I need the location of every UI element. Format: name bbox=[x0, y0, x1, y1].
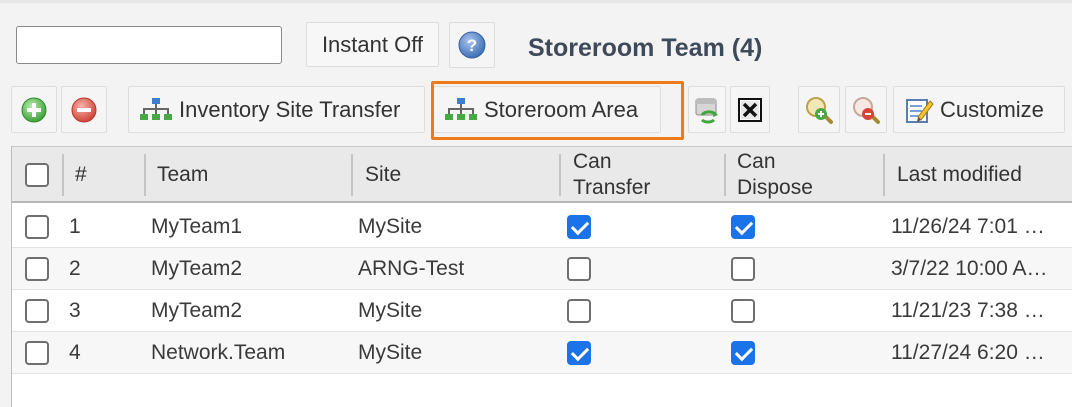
can-dispose-checkbox[interactable] bbox=[731, 215, 755, 239]
storeroom-area-button[interactable]: Storeroom Area bbox=[433, 86, 661, 133]
can-transfer-checkbox[interactable] bbox=[567, 215, 591, 239]
remove-button[interactable] bbox=[61, 86, 107, 133]
data-grid: # Team Site Can Transfer Can Dispose Las… bbox=[11, 146, 1072, 407]
clear-button[interactable] bbox=[730, 86, 770, 133]
inventory-site-transfer-label: Inventory Site Transfer bbox=[179, 96, 401, 122]
row-team: Network.Team bbox=[151, 341, 286, 364]
row-site: ARNG-Test bbox=[358, 257, 465, 280]
row-select-checkbox[interactable] bbox=[25, 215, 49, 239]
can-dispose-checkbox[interactable] bbox=[731, 257, 755, 281]
zoom-in-icon bbox=[806, 96, 833, 124]
row-team: MyTeam1 bbox=[151, 215, 243, 238]
instant-toggle-button[interactable]: Instant Off bbox=[306, 22, 439, 67]
sitemap-icon bbox=[140, 97, 172, 120]
zoom-out-icon bbox=[853, 96, 880, 124]
inventory-site-transfer-button[interactable]: Inventory Site Transfer bbox=[128, 86, 425, 133]
column-header-can-transfer-line1: Can bbox=[573, 149, 612, 173]
row-team: MyTeam2 bbox=[151, 299, 243, 322]
row-last-modified: 11/26/24 7:01 … bbox=[891, 215, 1045, 238]
column-header-last-modified[interactable]: Last modified bbox=[897, 147, 1022, 202]
row-select-checkbox[interactable] bbox=[25, 341, 49, 365]
row-site: MySite bbox=[358, 341, 423, 364]
table-row[interactable]: 2 MyTeam2 ARNG-Test 3/7/22 10:00 A… bbox=[12, 248, 1072, 290]
row-last-modified: 3/7/22 10:00 A… bbox=[891, 257, 1048, 280]
storeroom-area-label: Storeroom Area bbox=[484, 96, 639, 122]
table-row[interactable]: 3 MyTeam2 MySite 11/21/23 7:38 … bbox=[12, 290, 1072, 332]
page-title: Storeroom Team (4) bbox=[528, 34, 763, 62]
column-header-can-dispose[interactable]: Can Dispose bbox=[737, 147, 813, 202]
column-header-can-transfer[interactable]: Can Transfer bbox=[573, 147, 650, 202]
svg-text:?: ? bbox=[467, 36, 477, 55]
row-number: 4 bbox=[69, 341, 81, 364]
customize-label: Customize bbox=[940, 96, 1044, 122]
select-all-checkbox[interactable] bbox=[25, 147, 49, 202]
can-transfer-checkbox[interactable] bbox=[567, 299, 591, 323]
zoom-in-button[interactable] bbox=[798, 86, 840, 133]
help-button[interactable]: ? bbox=[449, 22, 495, 68]
row-number: 2 bbox=[69, 257, 81, 280]
row-select-checkbox[interactable] bbox=[25, 257, 49, 281]
row-select-checkbox[interactable] bbox=[25, 299, 49, 323]
row-last-modified: 11/21/23 7:38 … bbox=[891, 299, 1045, 322]
row-team: MyTeam2 bbox=[151, 257, 243, 280]
can-transfer-checkbox[interactable] bbox=[567, 341, 591, 365]
column-header-can-transfer-line2: Transfer bbox=[573, 175, 651, 199]
customize-icon bbox=[906, 98, 934, 123]
clear-icon bbox=[738, 97, 762, 122]
can-transfer-checkbox[interactable] bbox=[567, 257, 591, 281]
row-number: 3 bbox=[69, 299, 81, 322]
row-last-modified: 11/27/24 6:20 … bbox=[891, 341, 1045, 364]
can-dispose-checkbox[interactable] bbox=[731, 341, 755, 365]
row-number: 1 bbox=[69, 215, 81, 238]
column-header-can-dispose-line2: Dispose bbox=[737, 175, 813, 199]
search-input[interactable] bbox=[16, 26, 282, 64]
refresh-button[interactable] bbox=[688, 86, 726, 133]
help-icon: ? bbox=[458, 31, 486, 59]
sitemap-icon bbox=[445, 97, 477, 120]
grid-header: # Team Site Can Transfer Can Dispose Las… bbox=[12, 146, 1072, 203]
table-row[interactable]: 4 Network.Team MySite 11/27/24 6:20 … bbox=[12, 332, 1072, 374]
customize-button[interactable]: Customize bbox=[893, 86, 1065, 133]
add-button[interactable] bbox=[11, 86, 57, 133]
refresh-icon bbox=[695, 98, 718, 124]
column-header-site[interactable]: Site bbox=[365, 147, 401, 202]
column-header-number[interactable]: # bbox=[75, 147, 87, 202]
remove-icon bbox=[71, 97, 97, 122]
add-icon bbox=[21, 97, 47, 122]
row-site: MySite bbox=[358, 215, 423, 238]
row-site: MySite bbox=[358, 299, 423, 322]
column-header-team[interactable]: Team bbox=[157, 147, 208, 202]
zoom-out-button[interactable] bbox=[845, 86, 887, 133]
table-row[interactable]: 1 MyTeam1 MySite 11/26/24 7:01 … bbox=[12, 206, 1072, 248]
top-border bbox=[0, 0, 1072, 3]
column-header-can-dispose-line1: Can bbox=[737, 149, 776, 173]
can-dispose-checkbox[interactable] bbox=[731, 299, 755, 323]
